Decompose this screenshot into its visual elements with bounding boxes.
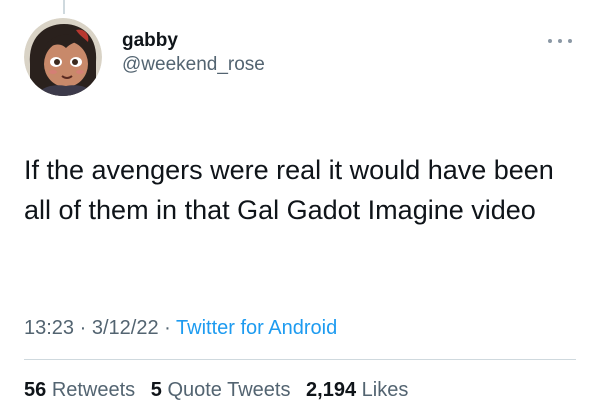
likes-label: Likes — [361, 379, 409, 401]
tweet-source-link[interactable]: Twitter for Android — [176, 317, 337, 339]
meta-separator: · — [164, 317, 171, 339]
tweet-time[interactable]: 13:23 — [24, 317, 74, 339]
more-dot — [548, 39, 552, 43]
likes-count: 2,194 — [306, 379, 357, 401]
tweet-metadata: 13:23 · 3/12/22 · Twitter for Android — [24, 314, 337, 342]
user-info: gabby @weekend_rose — [122, 30, 265, 78]
retweets-count: 56 — [24, 379, 47, 401]
tweet-text: If the avengers were real it would have … — [24, 155, 554, 225]
tweet-date[interactable]: 3/12/22 — [92, 317, 159, 339]
more-options-icon[interactable] — [548, 36, 572, 46]
retweets-label: Retweets — [51, 379, 136, 401]
thread-connector-line — [63, 0, 65, 14]
quote-tweets-stat[interactable]: 5 Quote Tweets — [151, 379, 291, 401]
meta-separator: · — [79, 317, 87, 339]
user-handle[interactable]: @weekend_rose — [122, 52, 265, 78]
avatar-image — [24, 18, 102, 96]
retweets-stat[interactable]: 56 Retweets — [24, 379, 135, 401]
engagement-stats: 56 Retweets 5 Quote Tweets 2,194 Likes — [24, 376, 418, 404]
likes-stat[interactable]: 2,194 Likes — [306, 379, 408, 401]
quote-tweets-count: 5 — [150, 379, 162, 401]
display-name[interactable]: gabby — [122, 30, 265, 52]
avatar[interactable] — [24, 18, 102, 96]
quote-tweets-label: Quote Tweets — [167, 379, 291, 401]
more-dot — [558, 39, 562, 43]
more-dot — [568, 39, 572, 43]
stats-divider — [24, 359, 576, 360]
